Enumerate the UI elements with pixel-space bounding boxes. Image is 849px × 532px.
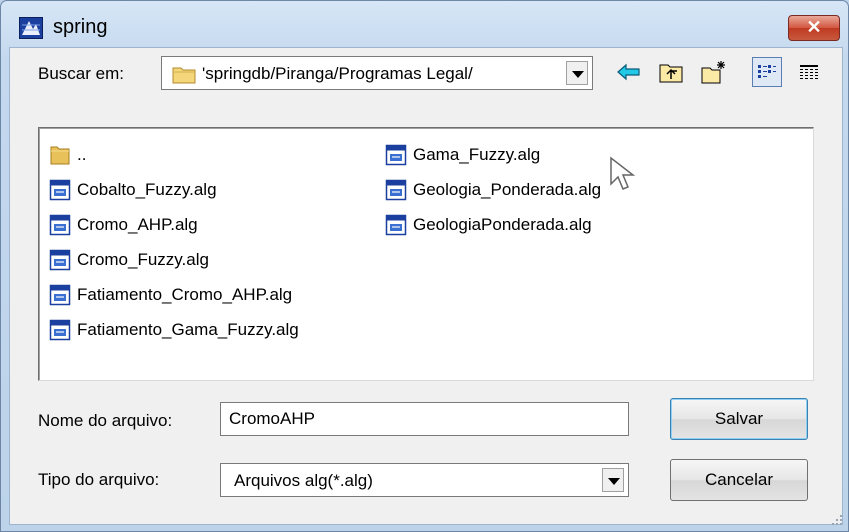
alg-file-icon [49,179,71,201]
window-title: spring [53,16,108,38]
alg-file-icon [385,214,407,236]
alg-file-icon [385,144,407,166]
look-in-dropdown-button[interactable] [566,61,588,85]
look-in-label: Buscar em: [38,64,124,83]
mouse-pointer-icon [610,156,636,190]
filename-label: Nome do arquivo: [38,411,173,430]
title-bar[interactable]: spring ✕ [1,1,848,47]
file-name: Geologia_Ponderada.alg [413,180,602,199]
file-name: Gama_Fuzzy.alg [413,145,541,164]
alg-file-icon [49,319,71,341]
new-folder-button[interactable] [699,57,729,87]
filetype-value: Arquivos alg(*.alg) [234,471,373,490]
list-item-parent-folder[interactable]: .. [49,142,86,168]
alg-file-icon [49,249,71,271]
resize-grip-icon[interactable] [828,511,844,527]
list-item[interactable]: Gama_Fuzzy.alg [385,142,540,168]
look-in-path: 'springdb/Piranga/Programas Legal/ [202,64,473,83]
back-button[interactable] [614,57,644,87]
list-view-icon [758,65,776,78]
save-dialog-window: spring ✕ Buscar em: 'springdb/Piranga/Pr… [0,0,849,532]
file-name: .. [77,145,87,164]
filename-input[interactable] [220,402,629,436]
list-item[interactable]: Cromo_AHP.alg [49,212,198,238]
look-in-combo[interactable]: 'springdb/Piranga/Programas Legal/ [161,56,593,90]
list-item[interactable]: Fatiamento_Cromo_AHP.alg [49,282,292,308]
alg-file-icon [49,214,71,236]
file-name: Cobalto_Fuzzy.alg [77,180,217,199]
file-name: Fatiamento_Cromo_AHP.alg [77,285,293,304]
close-button[interactable]: ✕ [788,15,840,41]
spring-app-icon [19,17,43,39]
list-view-button[interactable] [752,57,782,87]
file-name: Cromo_Fuzzy.alg [77,250,209,269]
up-folder-button[interactable] [656,57,686,87]
new-folder-icon [701,61,725,84]
folder-icon [172,67,196,84]
filetype-label: Tipo do arquivo: [38,470,160,489]
filetype-dropdown-button[interactable] [602,468,624,492]
alg-file-icon [49,284,71,306]
folder-icon [50,146,70,165]
file-list[interactable]: .. Cobalto_Fuzzy.alg Cromo_AHP.alg Cromo… [38,127,814,381]
back-arrow-icon [617,63,640,81]
alg-file-icon [385,179,407,201]
list-item[interactable]: Cromo_Fuzzy.alg [49,247,209,273]
details-view-button[interactable] [794,57,824,87]
list-item[interactable]: Geologia_Ponderada.alg [385,177,601,203]
file-name: Cromo_AHP.alg [77,215,198,234]
cancel-button[interactable]: Cancelar [670,459,808,501]
filetype-select[interactable]: Arquivos alg(*.alg) [220,463,629,497]
list-item[interactable]: Cobalto_Fuzzy.alg [49,177,217,203]
list-item[interactable]: GeologiaPonderada.alg [385,212,592,238]
up-folder-icon [659,64,683,83]
save-button[interactable]: Salvar [670,398,808,440]
details-view-icon [800,65,818,79]
file-name: Fatiamento_Gama_Fuzzy.alg [77,320,299,339]
file-name: GeologiaPonderada.alg [413,215,592,234]
list-item[interactable]: Fatiamento_Gama_Fuzzy.alg [49,317,299,343]
